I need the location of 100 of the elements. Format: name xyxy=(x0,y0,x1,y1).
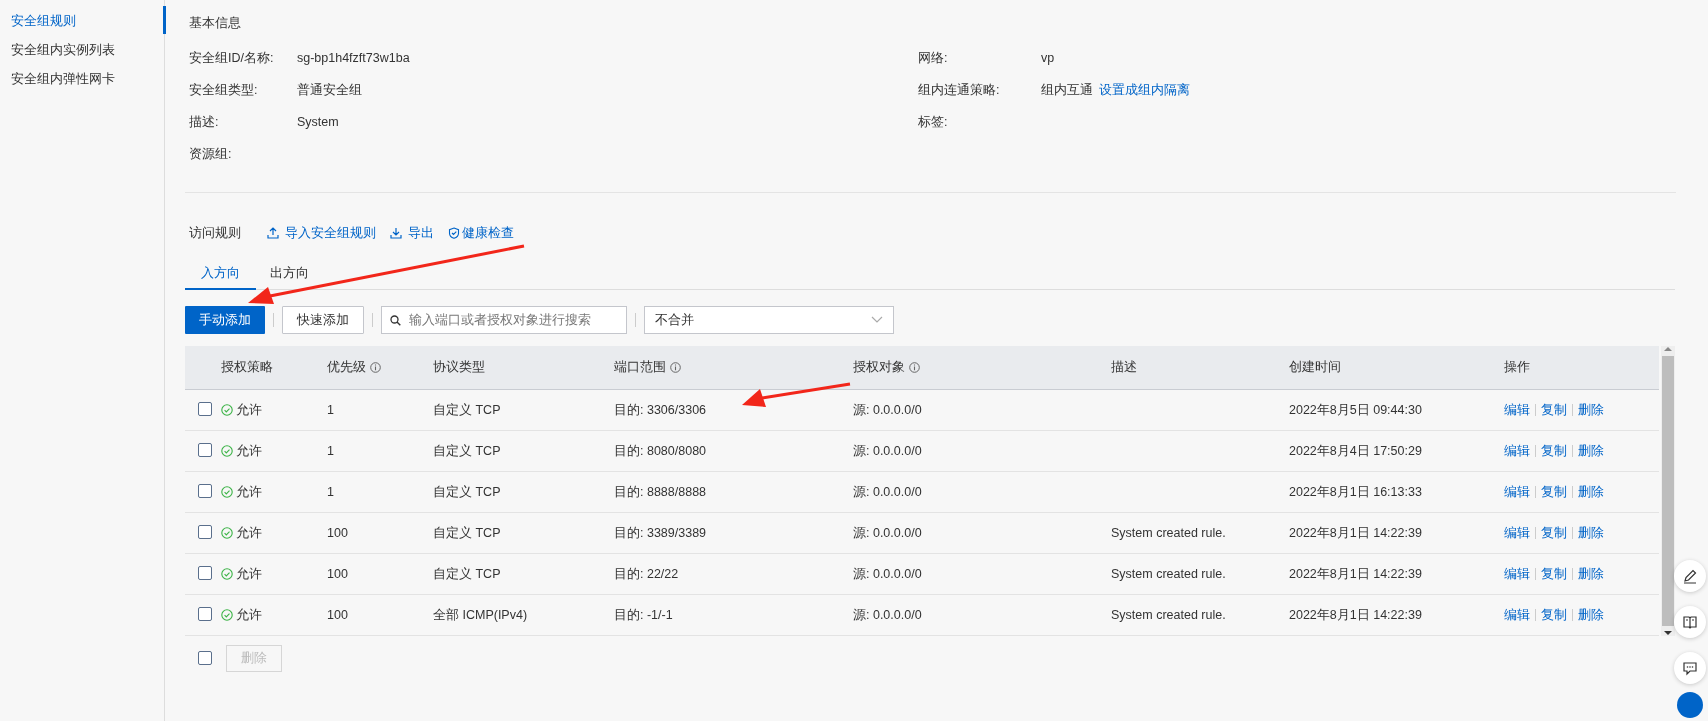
table-cell: 源: 0.0.0.0/0 xyxy=(853,607,922,622)
table-cell: 允许 xyxy=(236,442,262,460)
row-action-link[interactable]: 复制 xyxy=(1541,401,1567,419)
book-icon xyxy=(1682,614,1698,630)
quick-add-button[interactable]: 快速添加 xyxy=(282,306,364,334)
table-cell: 允许 xyxy=(236,606,262,624)
table-cell: 自定义 TCP xyxy=(433,525,501,540)
checkbox[interactable] xyxy=(198,401,212,416)
row-action-link[interactable]: 删除 xyxy=(1578,442,1604,460)
row-action-link[interactable]: 复制 xyxy=(1541,483,1567,501)
column-header: 创建时间 xyxy=(1289,359,1341,376)
column-header: 操作 xyxy=(1504,359,1530,376)
chat-icon xyxy=(1682,660,1698,676)
info-icon[interactable] xyxy=(909,362,920,373)
table-cell: 100 xyxy=(327,526,348,540)
edit-button[interactable] xyxy=(1674,560,1706,592)
section-title: 访问规则 xyxy=(189,224,241,242)
checkbox[interactable] xyxy=(198,524,212,539)
search-field[interactable]: 输入端口或者授权对象进行搜索 xyxy=(381,306,627,334)
search-icon xyxy=(390,314,401,326)
row-action-link[interactable]: 删除 xyxy=(1578,401,1604,419)
scroll-up-icon[interactable] xyxy=(1664,346,1672,352)
checkbox[interactable] xyxy=(198,606,212,621)
table-cell: 1 xyxy=(327,485,334,499)
toolbar-link[interactable]: 导入安全组规则 xyxy=(267,224,376,242)
row-action-link[interactable]: 复制 xyxy=(1541,442,1567,460)
table-cell: 2022年8月1日 14:22:39 xyxy=(1289,566,1422,581)
tab[interactable]: 入方向 xyxy=(185,257,256,290)
isolate-link[interactable]: 设置成组内隔离 xyxy=(1099,81,1190,99)
table-cell: 自定义 TCP xyxy=(433,484,501,499)
row-action-link[interactable]: 编辑 xyxy=(1504,565,1530,583)
table-cell: System created rule. xyxy=(1111,608,1226,622)
scroll-down-icon[interactable] xyxy=(1664,630,1672,636)
row-action-link[interactable]: 复制 xyxy=(1541,606,1567,624)
checkbox[interactable] xyxy=(198,565,212,580)
checkbox[interactable] xyxy=(198,442,212,457)
docs-button[interactable] xyxy=(1674,606,1706,638)
table-cell: 2022年8月1日 14:22:39 xyxy=(1289,525,1422,540)
table-cell: 自定义 TCP xyxy=(433,566,501,581)
shield-check-icon xyxy=(448,227,460,239)
column-header: 描述 xyxy=(1111,359,1137,376)
check-circle-icon xyxy=(221,568,233,580)
table-cell: 目的: -1/-1 xyxy=(614,607,673,622)
check-circle-icon xyxy=(221,609,233,621)
manual-add-button[interactable]: 手动添加 xyxy=(185,306,265,334)
table-cell: 目的: 22/22 xyxy=(614,566,679,581)
field-label: 组内连通策略: xyxy=(918,81,1001,99)
column-header: 协议类型 xyxy=(433,359,485,376)
scrollbar[interactable] xyxy=(1661,346,1675,636)
column-header: 授权策略 xyxy=(221,359,273,376)
table-cell: 1 xyxy=(327,444,334,458)
column-header: 优先级 xyxy=(327,359,366,376)
info-icon[interactable] xyxy=(370,362,381,373)
toolbar-link[interactable]: 健康检查 xyxy=(448,224,514,242)
row-action-link[interactable]: 删除 xyxy=(1578,606,1604,624)
row-action-link[interactable]: 删除 xyxy=(1578,565,1604,583)
table-cell: 自定义 TCP xyxy=(433,402,501,417)
merge-dropdown[interactable]: 不合并 xyxy=(644,306,894,334)
row-action-link[interactable]: 编辑 xyxy=(1504,524,1530,542)
table-cell: 源: 0.0.0.0/0 xyxy=(853,484,922,499)
chevron-down-icon xyxy=(871,316,883,324)
info-icon[interactable] xyxy=(670,362,681,373)
table-cell: 目的: 8080/8080 xyxy=(614,443,707,458)
field-value: vp xyxy=(1041,51,1055,65)
section-title: 基本信息 xyxy=(189,14,242,32)
tab[interactable]: 出方向 xyxy=(256,257,323,290)
field-label: 安全组类型: xyxy=(189,81,259,99)
table-cell: 允许 xyxy=(236,524,262,542)
field-value: System xyxy=(297,115,339,129)
row-action-link[interactable]: 编辑 xyxy=(1504,442,1530,460)
table-cell: 源: 0.0.0.0/0 xyxy=(853,566,922,581)
check-circle-icon xyxy=(221,404,233,416)
table-cell: System created rule. xyxy=(1111,567,1226,581)
row-action-link[interactable]: 编辑 xyxy=(1504,401,1530,419)
row-action-link[interactable]: 编辑 xyxy=(1504,606,1530,624)
row-action-link[interactable]: 删除 xyxy=(1578,524,1604,542)
checkbox[interactable] xyxy=(198,651,212,665)
table-cell: 源: 0.0.0.0/0 xyxy=(853,525,922,540)
upload-icon xyxy=(267,227,279,239)
floating-button[interactable] xyxy=(1677,692,1703,718)
row-action-link[interactable]: 复制 xyxy=(1541,565,1567,583)
row-action-link[interactable]: 编辑 xyxy=(1504,483,1530,501)
toolbar-link[interactable]: 导出 xyxy=(390,224,434,242)
chat-button[interactable] xyxy=(1674,652,1706,684)
table-cell: 源: 0.0.0.0/0 xyxy=(853,443,922,458)
table-cell: 目的: 3306/3306 xyxy=(614,402,707,417)
table-cell: 允许 xyxy=(236,401,262,419)
checkbox[interactable] xyxy=(198,483,212,498)
sidebar-item[interactable]: 安全组内弹性网卡 xyxy=(0,68,164,97)
table-cell: 自定义 TCP xyxy=(433,443,501,458)
row-action-link[interactable]: 删除 xyxy=(1578,483,1604,501)
download-icon xyxy=(390,227,402,239)
sidebar-item[interactable]: 安全组内实例列表 xyxy=(0,39,164,68)
row-action-link[interactable]: 复制 xyxy=(1541,524,1567,542)
pencil-icon xyxy=(1682,568,1698,584)
field-label: 标签: xyxy=(918,113,949,131)
table-cell: 2022年8月1日 14:22:39 xyxy=(1289,607,1422,622)
table-cell: 2022年8月1日 16:13:33 xyxy=(1289,484,1422,499)
field-label: 安全组ID/名称: xyxy=(189,49,275,67)
field-label: 描述: xyxy=(189,113,220,131)
